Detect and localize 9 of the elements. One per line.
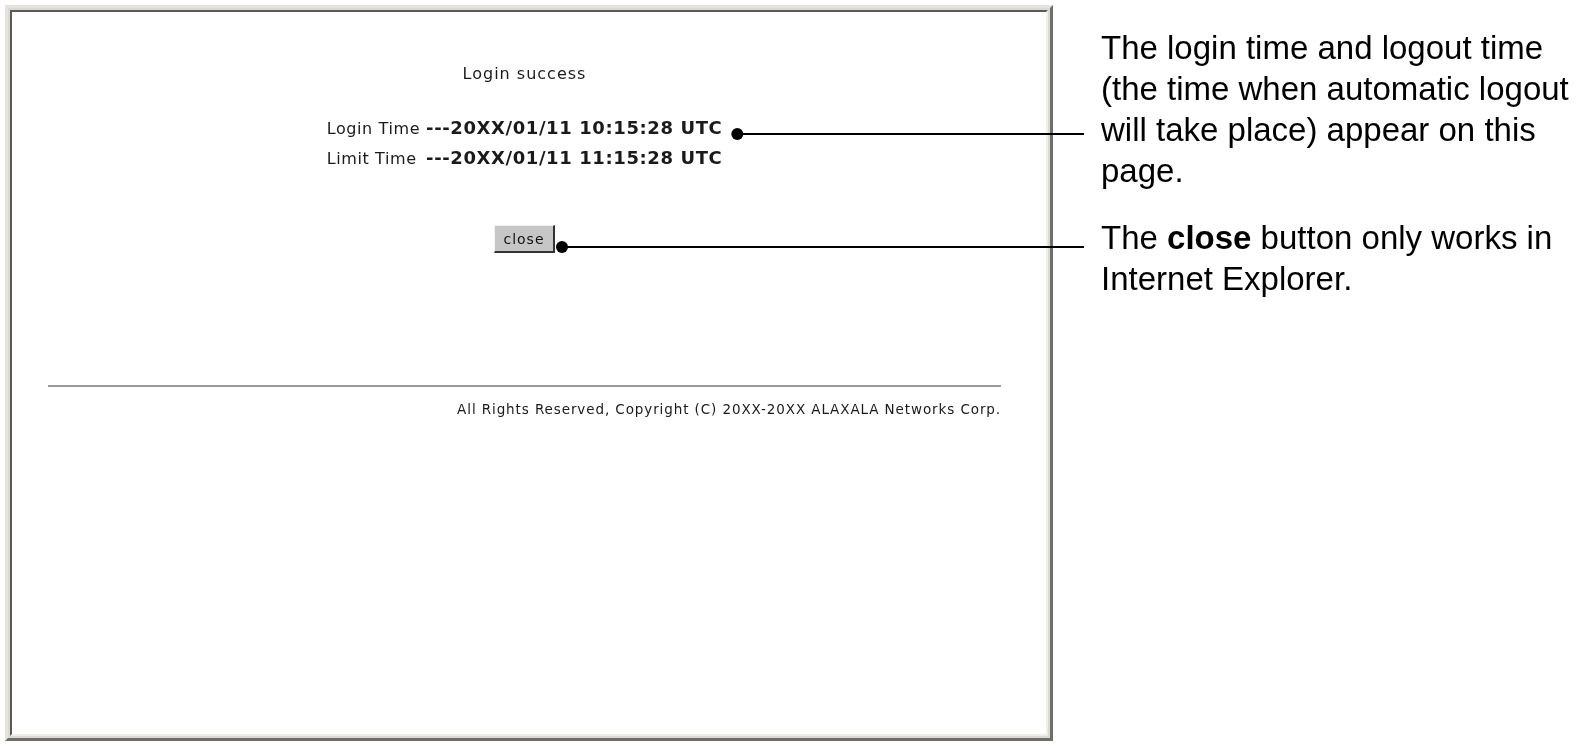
time-label: Login Time	[326, 118, 421, 140]
close-button[interactable]: close	[494, 225, 555, 253]
page-heading: Login success	[462, 64, 587, 84]
callout-text: The login time and logout time (the time when automatic logout will take place) appear on this page.	[1101, 28, 1570, 191]
time-value: ---20XX/01/11 11:15:28 UTC	[426, 146, 723, 170]
copyright-text: All Rights Reserved, Copyright (C) 20XX-20XX ALAXALA Networks Corp.	[457, 400, 1001, 418]
time-value: ---20XX/01/11 10:15:28 UTC	[426, 116, 723, 140]
time-label: Limit Time	[326, 148, 418, 170]
callout-text: The close button only works in Internet Explorer.	[1101, 218, 1554, 299]
